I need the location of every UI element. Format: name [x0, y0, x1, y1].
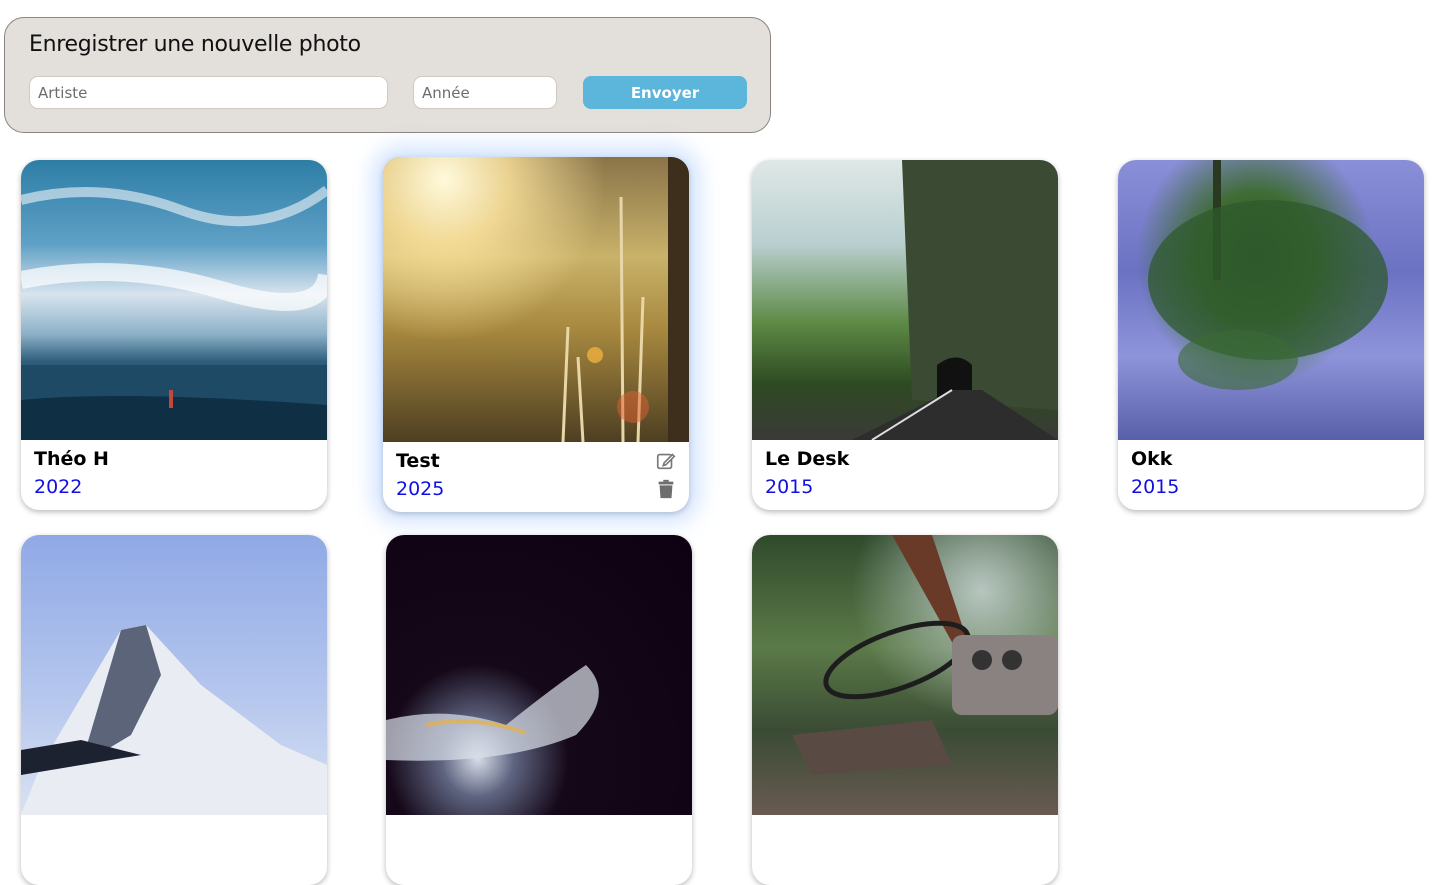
photo-image — [21, 535, 327, 815]
photo-card[interactable] — [21, 535, 327, 885]
card-year: 2022 — [34, 476, 83, 498]
photo-image — [752, 535, 1058, 815]
photo-image — [383, 157, 689, 442]
trash-icon[interactable] — [655, 478, 677, 500]
edit-icon[interactable] — [655, 450, 677, 472]
card-year: 2025 — [396, 478, 445, 500]
card-artist: Le Desk — [765, 448, 850, 470]
card-year: 2015 — [765, 476, 814, 498]
artist-input[interactable] — [29, 76, 388, 109]
photo-image — [21, 160, 327, 440]
photo-card[interactable]: Test 2025 — [383, 157, 689, 512]
card-artist: Test — [396, 450, 440, 472]
submit-button[interactable]: Envoyer — [583, 76, 747, 109]
photo-image — [1118, 160, 1424, 440]
new-photo-form: Enregistrer une nouvelle photo Envoyer — [4, 17, 771, 133]
card-artist: Okk — [1131, 448, 1173, 470]
photo-image — [386, 535, 692, 815]
card-artist: Théo H — [34, 448, 109, 470]
form-title: Enregistrer une nouvelle photo — [29, 32, 361, 57]
photo-card[interactable]: Okk 2015 — [1118, 160, 1424, 510]
photo-card[interactable] — [386, 535, 692, 885]
photo-image — [752, 160, 1058, 440]
photo-card[interactable]: Théo H 2022 — [21, 160, 327, 510]
photo-card[interactable] — [752, 535, 1058, 885]
year-input[interactable] — [413, 76, 557, 109]
photo-card[interactable]: Le Desk 2015 — [752, 160, 1058, 510]
card-year: 2015 — [1131, 476, 1180, 498]
